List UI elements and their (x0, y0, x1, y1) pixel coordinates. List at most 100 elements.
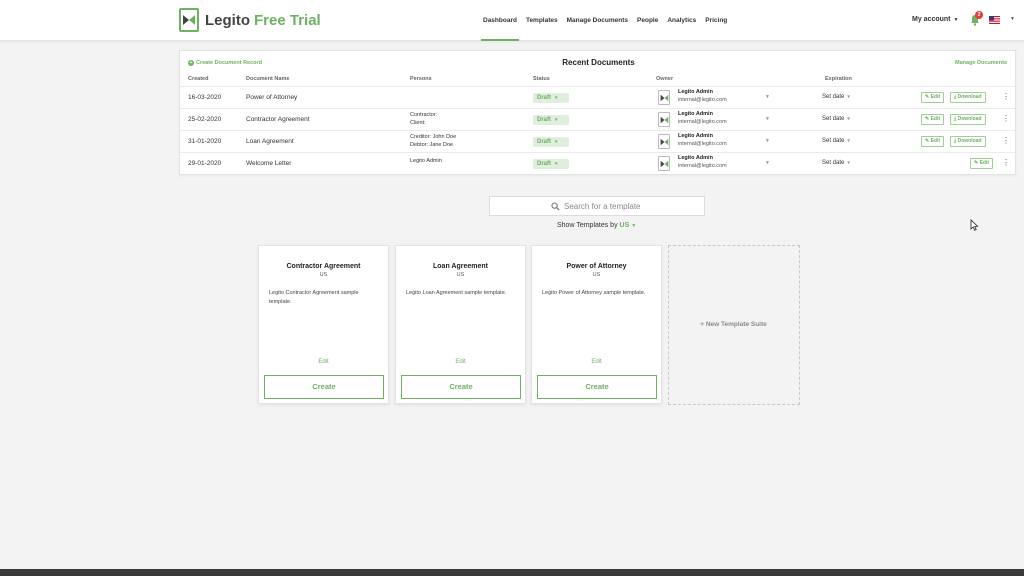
table-row[interactable]: 25-02-2020 Contractor Agreement Contract… (180, 108, 1015, 130)
recent-documents-title: Recent Documents (562, 58, 635, 67)
search-icon (551, 202, 560, 211)
column-header-persons[interactable]: Persons (410, 76, 432, 82)
nav-manage-documents[interactable]: Manage Documents (567, 0, 628, 41)
created-date: 29-01-2020 (188, 160, 222, 167)
owner-email: internal@legito.com (678, 141, 727, 147)
created-date: 16-03-2020 (188, 94, 222, 101)
create-button[interactable]: Create (537, 375, 657, 399)
column-header-created[interactable]: Created (188, 76, 208, 82)
language-caret-icon[interactable]: ▼ (1010, 16, 1015, 22)
template-card: Loan Agreement US Legito Loan Agreement … (395, 245, 526, 404)
owner-name: Legito Admin (678, 111, 713, 117)
template-card: Power of Attorney US Legito Power of Att… (531, 245, 662, 404)
status-dropdown[interactable]: Draft ▼ (533, 137, 569, 147)
set-date-dropdown[interactable]: Set date ▼ (822, 138, 851, 144)
set-date-dropdown[interactable]: Set date ▼ (822, 160, 851, 166)
template-title: Power of Attorney (566, 263, 627, 270)
set-date-dropdown[interactable]: Set date ▼ (822, 116, 851, 122)
owner-dropdown-icon[interactable]: ▼ (765, 138, 770, 144)
column-header-document-name[interactable]: Document Name (246, 76, 289, 82)
template-country: US (456, 272, 465, 278)
edit-button[interactable]: ✎ Edit (921, 114, 945, 125)
owner-logo-icon (658, 134, 670, 149)
template-edit-link[interactable]: Edit (259, 359, 388, 365)
nav-templates[interactable]: Templates (526, 0, 558, 41)
document-name[interactable]: Contractor Agreement (246, 116, 310, 123)
created-date: 25-02-2020 (188, 116, 222, 123)
owner-email: internal@legito.com (678, 97, 727, 103)
template-edit-link[interactable]: Edit (396, 359, 525, 365)
owner-logo-icon (658, 112, 670, 127)
owner-logo-icon (658, 90, 670, 105)
table-row[interactable]: 16-03-2020 Power of Attorney Draft ▼ Legi… (180, 86, 1015, 108)
template-edit-link[interactable]: Edit (532, 359, 661, 365)
create-button[interactable]: Create (264, 375, 384, 399)
new-template-suite-card[interactable]: + New Template Suite (668, 245, 800, 405)
nav-pricing[interactable]: Pricing (705, 0, 727, 41)
status-dropdown[interactable]: Draft ▼ (533, 93, 569, 103)
person-2: Debtor: Jane Doe (410, 142, 454, 148)
top-navbar: Legito Free Trial Dashboard Templates Man… (0, 0, 1024, 41)
manage-documents-link[interactable]: Manage Documents (955, 60, 1007, 66)
column-header-expiration[interactable]: Expiration (825, 76, 852, 82)
owner-dropdown-icon[interactable]: ▼ (765, 160, 770, 166)
owner-logo-icon (658, 156, 670, 171)
owner-name: Legito Admin (678, 89, 713, 95)
country-filter-value: US (619, 222, 630, 229)
owner-dropdown-icon[interactable]: ▼ (765, 116, 770, 122)
owner-name: Legito Admin (678, 155, 713, 161)
brand-logo[interactable]: Legito Free Trial (179, 8, 321, 32)
person-1: Contractor: (410, 112, 438, 118)
caret-down-icon: ▼ (953, 17, 959, 23)
set-date-dropdown[interactable]: Set date ▼ (822, 94, 851, 100)
owner-name: Legito Admin (678, 133, 713, 139)
nav-analytics[interactable]: Analytics (667, 0, 696, 41)
table-row[interactable]: 29-01-2020 Welcome Letter Legito Admin D… (180, 152, 1015, 174)
edit-button[interactable]: ✎ Edit (921, 92, 945, 103)
document-name[interactable]: Welcome Letter (246, 160, 291, 167)
column-header-owner[interactable]: Owner (656, 76, 673, 82)
template-description: Legito Contractor Agreement sample templ… (269, 290, 359, 305)
status-dropdown[interactable]: Draft ▼ (533, 115, 569, 125)
status-dropdown[interactable]: Draft ▼ (533, 159, 569, 169)
edit-button[interactable]: ✎ Edit (921, 136, 945, 147)
template-description: Legito Loan Agreement sample template. (406, 290, 507, 296)
owner-dropdown-icon[interactable]: ▼ (765, 94, 770, 100)
template-country: US (319, 272, 328, 278)
more-options-icon[interactable]: ⋮ (1002, 158, 1010, 168)
search-placeholder: Search for a template (564, 202, 641, 211)
us-flag-icon[interactable] (989, 16, 1000, 24)
person-1: Legito Admin (410, 158, 442, 164)
template-title: Contractor Agreement (286, 263, 361, 270)
column-header-status[interactable]: Status (533, 76, 550, 82)
document-name[interactable]: Power of Attorney (246, 94, 297, 101)
download-button[interactable]: ⤓ Download (950, 114, 986, 125)
nav-dashboard[interactable]: Dashboard (481, 0, 519, 41)
edit-button[interactable]: ✎ Edit (970, 158, 994, 169)
new-template-suite-label: + New Template Suite (700, 321, 767, 328)
bottom-bar (0, 569, 1024, 576)
table-row[interactable]: 31-01-2020 Loan Agreement Creditor: John… (180, 130, 1015, 152)
person-1: Creditor: John Doe (410, 134, 457, 140)
create-button[interactable]: Create (401, 375, 521, 399)
show-templates-filter[interactable]: Show Templates by US ▼ (557, 222, 636, 229)
owner-email: internal@legito.com (678, 163, 727, 169)
main-nav: Dashboard Templates Manage Documents Peo… (481, 0, 736, 41)
template-search-input[interactable]: Search for a template (489, 196, 705, 216)
person-2: Client: (410, 120, 426, 126)
template-country: US (592, 272, 601, 278)
created-date: 31-01-2020 (188, 138, 222, 145)
template-title: Loan Agreement (433, 263, 488, 270)
more-options-icon[interactable]: ⋮ (1002, 136, 1010, 146)
nav-people[interactable]: People (637, 0, 658, 41)
document-name[interactable]: Loan Agreement (246, 138, 294, 145)
template-description: Legito Power of Attorney sample template… (542, 290, 646, 296)
download-button[interactable]: ⤓ Download (950, 92, 986, 103)
brand-name: Legito Free Trial (205, 11, 321, 29)
my-account-menu[interactable]: My account ▼ (912, 16, 958, 23)
more-options-icon[interactable]: ⋮ (1002, 92, 1010, 102)
more-options-icon[interactable]: ⋮ (1002, 114, 1010, 124)
download-button[interactable]: ⤓ Download (950, 136, 986, 147)
recent-documents-card: + Create Document Record Recent Documents… (179, 50, 1016, 175)
template-card: Contractor Agreement US Legito Contracto… (258, 245, 389, 404)
